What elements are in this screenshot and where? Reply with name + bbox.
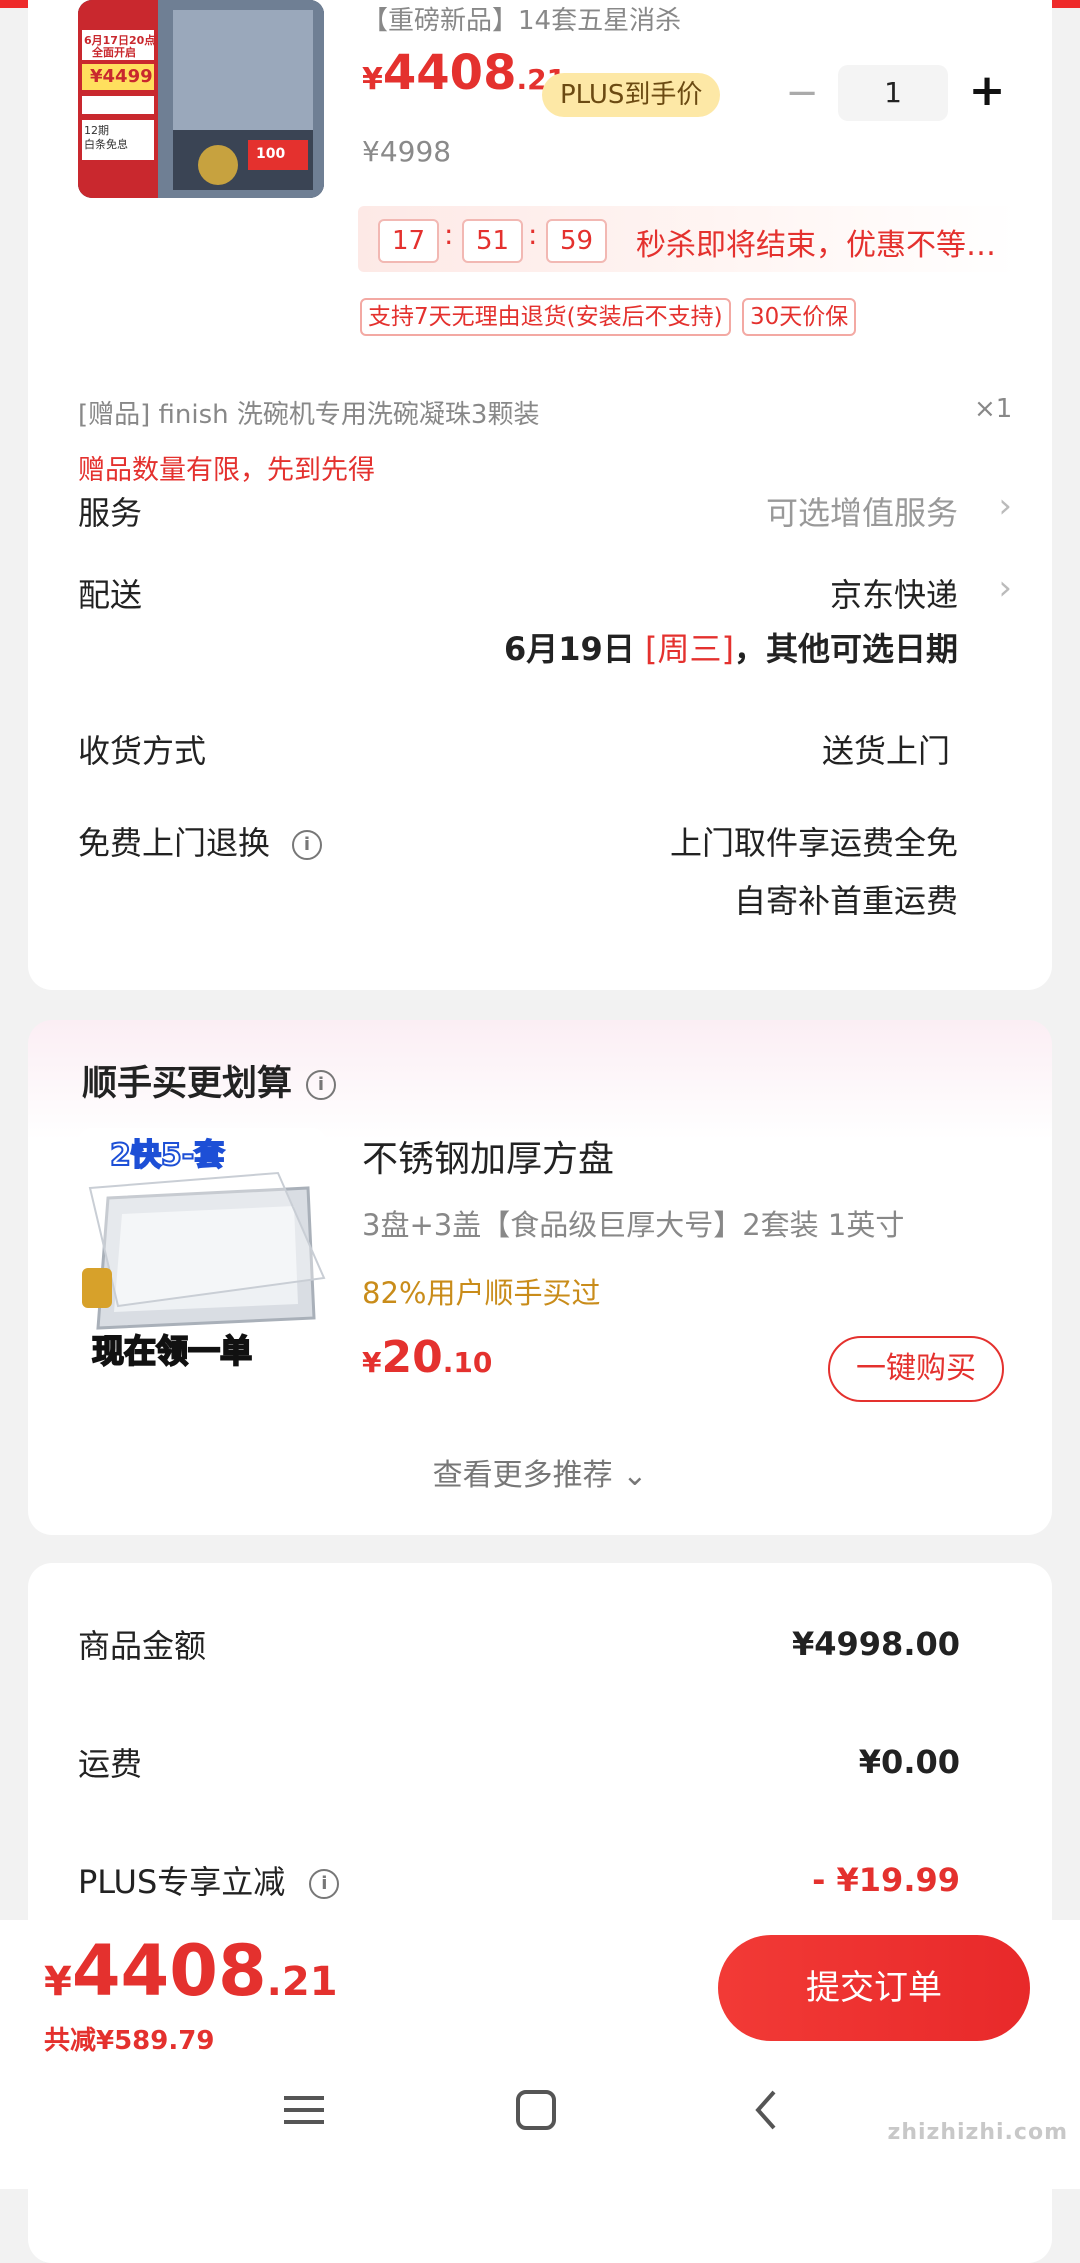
dishwasher-image <box>78 0 324 198</box>
plus-discount-text: PLUS专享立减 <box>78 1863 286 1901</box>
chevron-right-icon[interactable]: › <box>998 486 1012 526</box>
service-label: 服务 <box>78 494 143 532</box>
goods-amount-label: 商品金额 <box>78 1627 207 1665</box>
plus-price-badge: PLUS到手价 <box>542 73 721 117</box>
image-label: ¥4499 <box>90 66 153 87</box>
free-return-value-1: 上门取件享运费全免 <box>669 824 958 862</box>
receive-method-label: 收货方式 <box>78 732 207 770</box>
shipping-label: 运费 <box>78 1745 143 1783</box>
receive-method-value[interactable]: 送货上门 <box>822 726 950 772</box>
original-price: ¥4998 <box>362 135 452 168</box>
info-icon[interactable]: i <box>306 1070 337 1100</box>
countdown-minutes: 51 <box>462 219 524 263</box>
currency-symbol: ¥ <box>362 1346 382 1379</box>
order-item-card: 6月17日20点 全面开启 ¥4499 12期 白条免息 100 【重磅新品】1… <box>28 0 1052 990</box>
product-image[interactable]: 6月17日20点 全面开启 ¥4499 12期 白条免息 100 <box>78 0 324 198</box>
addon-price: ¥20.10 <box>362 1332 492 1383</box>
section-title-text: 顺手买更划算 <box>82 1064 293 1104</box>
image-label: 100 <box>256 146 286 162</box>
more-recommendations-link[interactable]: 查看更多推荐 ⌄ <box>28 1450 1052 1494</box>
shipping-value: ¥0.00 <box>858 1743 960 1781</box>
info-icon[interactable]: i <box>292 830 323 860</box>
delivery-date-suffix: ，其他可选日期 <box>733 630 958 668</box>
info-icon[interactable]: i <box>309 1869 340 1899</box>
delivery-value[interactable]: 京东快递 <box>830 570 958 616</box>
gift-note: 赠品数量有限，先到先得 <box>78 455 375 486</box>
goods-amount-value: ¥4998.00 <box>791 1625 960 1663</box>
free-return-value-2: 自寄补首重运费 <box>733 882 958 920</box>
watermark: zhizhizhi.com <box>887 2120 1068 2145</box>
price-integer: 4408 <box>71 1930 267 2012</box>
menu-icon[interactable] <box>274 2080 334 2140</box>
service-value[interactable]: 可选增值服务 <box>766 488 958 534</box>
submit-order-button[interactable]: 提交订单 <box>718 1935 1030 2041</box>
image-label: 白条免息 <box>84 138 128 151</box>
delivery-date-day: 6月19日 <box>504 630 635 668</box>
free-return-label: 免费上门退换 i <box>78 818 323 864</box>
quantity-decrease-button[interactable]: − <box>782 73 822 115</box>
section-title: 顺手买更划算 i <box>82 1055 337 1106</box>
image-label: 现在领一单 <box>91 1331 253 1371</box>
flash-sale-countdown: 17 : 51 : 59 秒杀即将结束，优惠不等… <box>358 206 1018 272</box>
addon-social-proof: 82%用户顺手买过 <box>362 1276 601 1310</box>
back-icon[interactable] <box>738 2080 798 2140</box>
price-protect-tag[interactable]: 30天价保 <box>742 298 857 336</box>
product-title[interactable]: 【重磅新品】14套五星消杀 <box>362 0 681 37</box>
price-integer: 4408 <box>382 45 517 101</box>
price-decimal: .21 <box>266 1959 338 2005</box>
delivery-date[interactable]: 6月19日 [周三]，其他可选日期 <box>504 624 958 670</box>
checkout-bar: ¥4408.21 共减¥589.79 提交订单 <box>0 1920 1080 2189</box>
price-integer: 20 <box>381 1332 443 1383</box>
home-icon[interactable] <box>506 2080 566 2140</box>
countdown-seconds: 59 <box>546 219 608 263</box>
gift-quantity: ×1 <box>974 394 1013 424</box>
plus-discount-value: - ¥19.99 <box>812 1861 960 1899</box>
total-price: ¥4408.21 <box>44 1930 338 2012</box>
delivery-label: 配送 <box>78 576 143 614</box>
addon-product-image[interactable]: 2快5-套 现在领一单 <box>78 1128 326 1376</box>
flash-sale-text: 秒杀即将结束，优惠不等… <box>636 228 996 263</box>
countdown-colon: : <box>444 218 454 251</box>
gift-item[interactable]: [赠品] finish 洗碗机专用洗碗凝珠3颗装 <box>78 394 539 431</box>
price-decimal: .10 <box>442 1346 493 1379</box>
one-click-buy-button[interactable]: 一键购买 <box>828 1336 1004 1402</box>
image-label: 全面开启 <box>92 46 136 59</box>
delivery-weekday: [周三] <box>645 630 734 668</box>
currency-symbol: ¥ <box>362 62 383 97</box>
addon-title[interactable]: 不锈钢加厚方盘 <box>362 1130 614 1182</box>
quantity-input[interactable]: 1 <box>838 65 948 121</box>
addon-description: 3盘+3盖【食品级巨厚大号】2套装 1英寸 <box>362 1208 905 1242</box>
return-policy-tag[interactable]: 支持7天无理由退货(安装后不支持) <box>360 298 731 336</box>
plus-discount-label: PLUS专享立减 i <box>78 1857 340 1903</box>
addon-recommend-card: 顺手买更划算 i 2快5-套 现在领一单 不锈钢加厚方盘 3盘+3盖【食品级巨厚大… <box>28 1020 1052 1535</box>
quantity-increase-button[interactable]: + <box>962 65 1012 121</box>
currency-symbol: ¥ <box>44 1959 72 2005</box>
total-saved: 共减¥589.79 <box>44 2026 215 2056</box>
free-return-text: 免费上门退换 <box>78 824 271 862</box>
countdown-hours: 17 <box>378 219 440 263</box>
chevron-right-icon[interactable]: › <box>998 568 1012 608</box>
image-label: 2快5-套 <box>109 1137 225 1174</box>
product-price: ¥4408.21 <box>362 45 566 101</box>
countdown-colon: : <box>528 218 538 251</box>
